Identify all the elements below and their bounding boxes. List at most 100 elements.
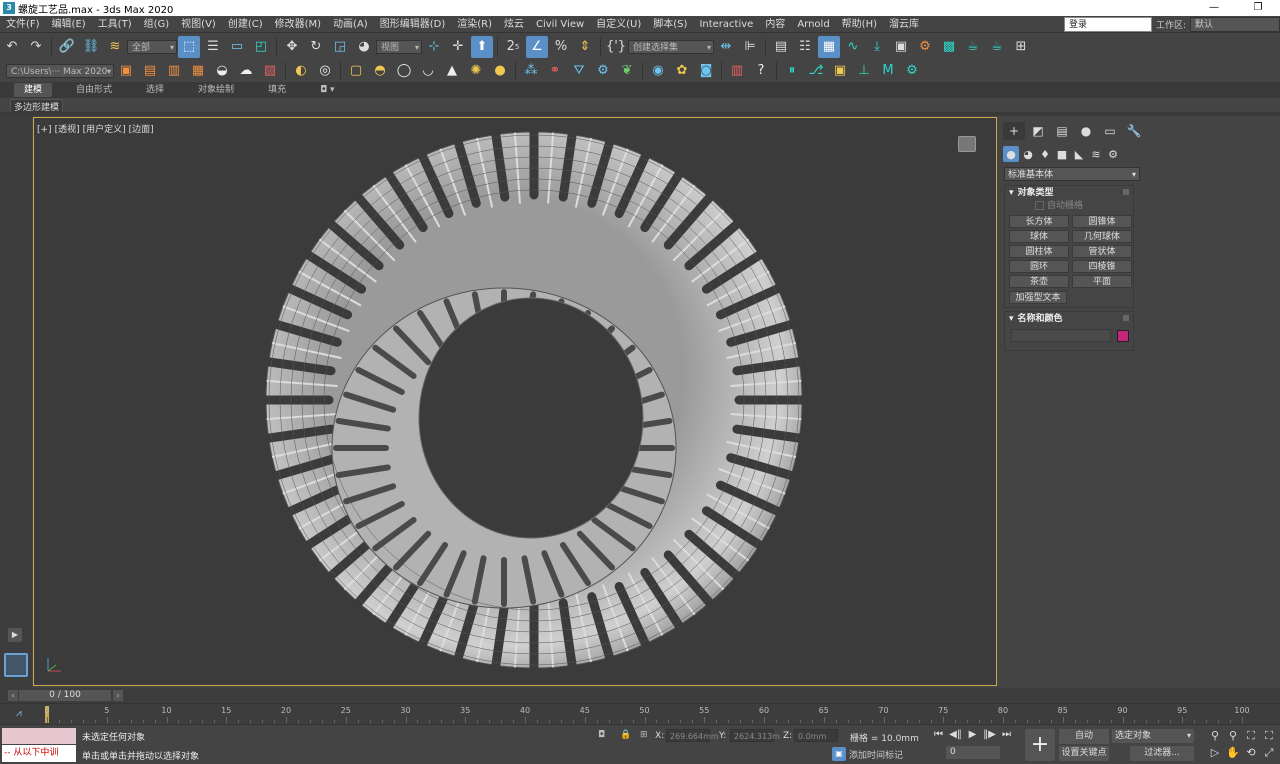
z-coord-field[interactable]: 0.0mm bbox=[794, 729, 838, 742]
cylinder-button[interactable]: 圆柱体 bbox=[1009, 245, 1069, 258]
render-grid-icon[interactable]: ⊞ bbox=[1010, 36, 1032, 58]
zoom-all-icon[interactable]: ⚲ bbox=[1224, 728, 1242, 744]
menu-arnold[interactable]: Arnold bbox=[791, 16, 835, 33]
tab-selection[interactable]: 选择 bbox=[136, 83, 174, 97]
zoom-icon[interactable]: ⚲ bbox=[1206, 728, 1224, 744]
auto-key-button[interactable]: 自动 bbox=[1059, 729, 1109, 744]
menu-create[interactable]: 创建(C) bbox=[222, 16, 269, 33]
torus-button[interactable]: 圆环 bbox=[1009, 260, 1069, 273]
tube-button[interactable]: 管状体 bbox=[1072, 245, 1132, 258]
particles-icon[interactable]: ⁂ bbox=[520, 60, 542, 82]
workspace-dropdown[interactable]: 默认 bbox=[1190, 17, 1280, 32]
render-iterative-icon[interactable]: ☕ bbox=[986, 36, 1008, 58]
lights-icon[interactable]: ♦ bbox=[1037, 146, 1053, 162]
menu-modifiers[interactable]: 修改器(M) bbox=[269, 16, 327, 33]
undo-icon[interactable]: ↶ bbox=[1, 36, 23, 58]
dome-icon[interactable]: ◓ bbox=[369, 60, 391, 82]
menu-rendering[interactable]: 渲染(R) bbox=[451, 16, 498, 33]
set-key-button[interactable]: 设置关键点 bbox=[1059, 746, 1109, 761]
gear-icon[interactable]: ⚙ bbox=[592, 60, 614, 82]
project-settings-icon[interactable]: ▦ bbox=[187, 60, 209, 82]
current-frame-spinner[interactable]: 0 bbox=[946, 746, 1000, 759]
menu-interactive[interactable]: Interactive bbox=[693, 16, 759, 33]
align-icon[interactable]: ⊫ bbox=[739, 36, 761, 58]
schematic-view-icon[interactable]: ⤓ bbox=[866, 36, 888, 58]
autogrid-checkbox[interactable]: 自动栅格 bbox=[1005, 200, 1133, 213]
geometry-icon[interactable]: ● bbox=[1003, 146, 1019, 162]
light-icon[interactable]: ◐ bbox=[290, 60, 312, 82]
box-shape-icon[interactable]: ▢ bbox=[345, 60, 367, 82]
cloth-icon[interactable]: ⛛ bbox=[568, 60, 590, 82]
menu-customize[interactable]: 自定义(U) bbox=[590, 16, 647, 33]
cone-button[interactable]: 圆锥体 bbox=[1072, 215, 1132, 228]
project-folder-icon[interactable]: ▣ bbox=[115, 60, 137, 82]
project-open-icon[interactable]: ▤ bbox=[139, 60, 161, 82]
primitive-type-dropdown[interactable]: 标准基本体 bbox=[1004, 167, 1140, 182]
scene-explorer-icon[interactable]: ▤ bbox=[770, 36, 792, 58]
lock-selection-icon[interactable]: 🔒 bbox=[620, 730, 631, 741]
modify-tab-icon[interactable]: ◩ bbox=[1027, 122, 1049, 140]
script-icon[interactable]: ▥ bbox=[726, 60, 748, 82]
layer-explorer-icon[interactable]: ☷ bbox=[794, 36, 816, 58]
next-key-icon[interactable]: ‖▶ bbox=[981, 728, 998, 742]
sphere-icon[interactable]: ● bbox=[489, 60, 511, 82]
menu-animation[interactable]: 动画(A) bbox=[327, 16, 374, 33]
plugin-d-icon[interactable]: ⊥ bbox=[853, 60, 875, 82]
menu-help[interactable]: 帮助(H) bbox=[836, 16, 883, 33]
tab-populate[interactable]: 填充 bbox=[258, 83, 296, 97]
restore-button[interactable]: ❐ bbox=[1236, 0, 1280, 16]
key-filters-button[interactable]: 过滤器... bbox=[1130, 746, 1194, 761]
scale-icon[interactable]: ◲ bbox=[329, 36, 351, 58]
plugin-e-icon[interactable]: ⚙ bbox=[901, 60, 923, 82]
window-crossing-icon[interactable]: ◰ bbox=[250, 36, 272, 58]
rotate-icon[interactable]: ↻ bbox=[305, 36, 327, 58]
add-time-tag-button[interactable]: ▣ 添加时间标记 bbox=[832, 747, 903, 761]
angle-snap-icon[interactable]: ∠ bbox=[526, 35, 548, 58]
create-tab-icon[interactable]: + bbox=[1003, 122, 1025, 140]
select-object-icon[interactable]: ⬚ bbox=[178, 35, 200, 58]
cameras-icon[interactable]: ■ bbox=[1054, 146, 1070, 162]
toggle-ribbon-icon[interactable]: ▦ bbox=[818, 35, 840, 58]
spinner-snap-icon[interactable]: ⇕ bbox=[574, 36, 596, 58]
teapot-icon[interactable]: ◒ bbox=[211, 60, 233, 82]
viewcube-icon[interactable] bbox=[958, 136, 976, 152]
time-slider[interactable]: ‹ 0 / 100 › bbox=[0, 688, 1280, 703]
menu-views[interactable]: 视图(V) bbox=[175, 16, 222, 33]
mini-curve-editor-icon[interactable]: ⩘ bbox=[16, 708, 22, 719]
tab-modeling[interactable]: 建模 bbox=[14, 83, 53, 97]
orbit-icon[interactable]: ⟲ bbox=[1242, 745, 1260, 761]
snaps-toggle-icon[interactable]: 25 bbox=[502, 36, 524, 58]
isolate-selection-icon[interactable]: ◘ bbox=[598, 730, 609, 741]
box-button[interactable]: 长方体 bbox=[1009, 215, 1069, 228]
edit-named-sets-icon[interactable]: {'} bbox=[605, 36, 627, 58]
utilities-tab-icon[interactable]: 🔧 bbox=[1123, 122, 1145, 140]
viewport-menu-plus[interactable]: [+] bbox=[37, 125, 52, 135]
move-icon[interactable]: ✥ bbox=[281, 36, 303, 58]
menu-edit[interactable]: 编辑(E) bbox=[46, 16, 92, 33]
bind-spacewarp-icon[interactable]: ≋ bbox=[104, 36, 126, 58]
plant-icon[interactable]: ❦ bbox=[616, 60, 638, 82]
menu-graph-editors[interactable]: 图形编辑器(D) bbox=[374, 16, 452, 33]
zoom-extents-all-icon[interactable]: ⛶ bbox=[1260, 728, 1278, 744]
menu-scripting[interactable]: 脚本(S) bbox=[647, 16, 693, 33]
sun-icon[interactable]: ✺ bbox=[465, 60, 487, 82]
field-of-view-icon[interactable]: ▷ bbox=[1206, 745, 1224, 761]
cone-icon[interactable]: ▲ bbox=[441, 60, 463, 82]
absolute-mode-icon[interactable]: ⊞ bbox=[640, 730, 651, 741]
display-tab-icon[interactable]: ▭ bbox=[1099, 122, 1121, 140]
project-save-icon[interactable]: ▥ bbox=[163, 60, 185, 82]
zoom-extents-icon[interactable]: ⛶ bbox=[1242, 728, 1260, 744]
menu-xuanyun[interactable]: 炫云 bbox=[498, 16, 530, 33]
maxscript-input[interactable] bbox=[2, 728, 76, 744]
unlink-icon[interactable]: ⛓ bbox=[80, 36, 102, 58]
hierarchy-tab-icon[interactable]: ▤ bbox=[1051, 122, 1073, 140]
palette-icon[interactable]: ✿ bbox=[671, 60, 693, 82]
x-coord-field[interactable]: 269.664mm bbox=[666, 729, 719, 742]
rect-selection-icon[interactable]: ▭ bbox=[226, 36, 248, 58]
minimize-button[interactable]: — bbox=[1192, 0, 1236, 16]
render-setup-icon[interactable]: ⚙ bbox=[914, 36, 936, 58]
next-frame-icon[interactable]: › bbox=[113, 690, 123, 701]
object-color-swatch[interactable] bbox=[1117, 330, 1129, 342]
menu-liuyunku[interactable]: 溜云库 bbox=[883, 16, 925, 33]
viewport-standard[interactable]: [用户定义] bbox=[83, 125, 126, 135]
